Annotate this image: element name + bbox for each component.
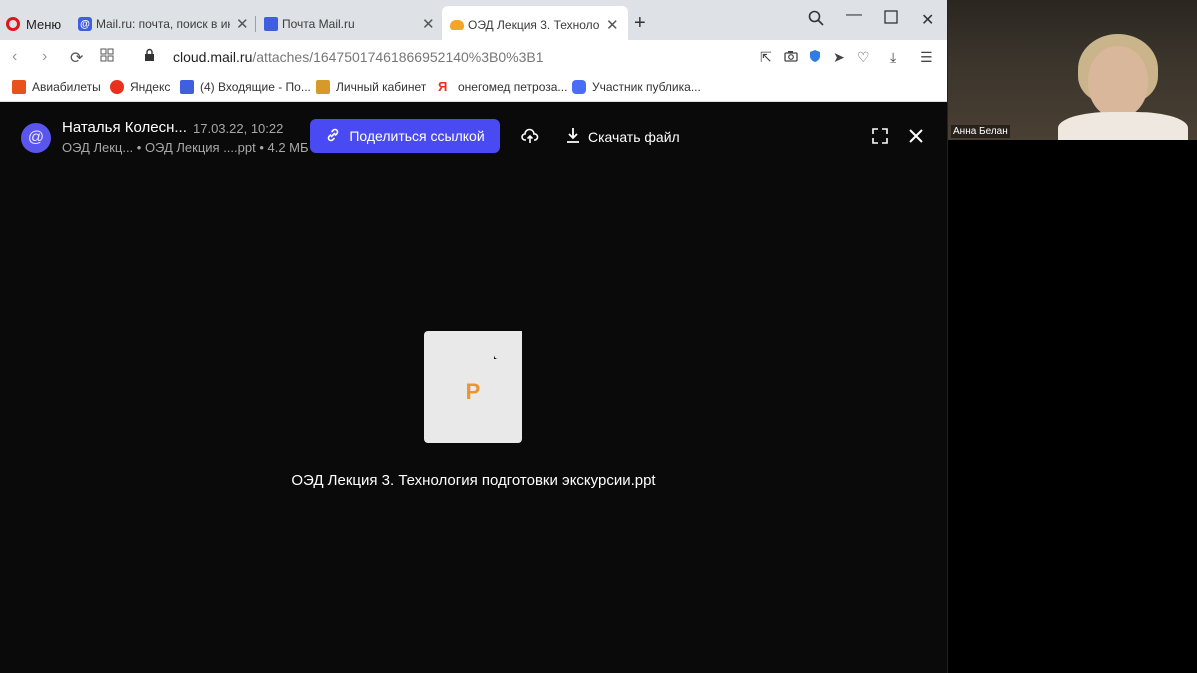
- camera-icon[interactable]: [784, 49, 798, 65]
- bookmark-label: онегомед петроза...: [458, 80, 568, 94]
- yandex-letter-icon: Я: [438, 79, 448, 94]
- file-viewer: @ Наталья Колесн... 17.03.22, 10:22 ОЭД …: [0, 103, 947, 673]
- download-icon: [566, 127, 580, 146]
- reload-icon[interactable]: ⟳: [70, 48, 83, 68]
- close-icon[interactable]: ✕: [606, 18, 619, 33]
- avatar: @: [21, 123, 51, 153]
- back-icon[interactable]: ‹: [12, 48, 17, 66]
- tab-cloud-active[interactable]: ОЭД Лекция 3. Технология ✕: [442, 6, 628, 44]
- downloads-icon[interactable]: ⤓: [890, 49, 896, 66]
- bookmark-item[interactable]: (4) Входящие - По...: [180, 80, 311, 94]
- tabs-grid-icon[interactable]: [100, 48, 114, 67]
- close-viewer-icon[interactable]: [908, 128, 924, 149]
- bookmarks-bar: Авиабилеты Яндекс (4) Входящие - По... Л…: [0, 74, 947, 102]
- cloud-upload-icon[interactable]: [521, 127, 539, 150]
- share-link-label: Поделиться ссылкой: [349, 128, 485, 144]
- zoom-icon: [572, 80, 586, 94]
- url-field[interactable]: cloud.mail.ru/attaches/16475017461866952…: [173, 49, 544, 65]
- opera-menu-button[interactable]: Меню: [6, 14, 61, 34]
- maximize-icon[interactable]: [884, 10, 898, 29]
- bookmark-item[interactable]: Участник публика...: [572, 80, 701, 94]
- bookmark-item[interactable]: Авиабилеты: [12, 80, 101, 94]
- file-type-letter: P: [465, 379, 481, 404]
- bookmark-label: Авиабилеты: [32, 80, 101, 94]
- download-label: Скачать файл: [588, 128, 680, 145]
- video-call-panel: Анна Белан: [947, 0, 1197, 673]
- minimize-icon[interactable]: —: [846, 6, 862, 24]
- participant-face: [1088, 46, 1148, 118]
- close-icon[interactable]: ✕: [422, 17, 435, 32]
- bookmark-label: (4) Входящие - По...: [200, 80, 311, 94]
- tab-mail-inbox[interactable]: Почта Mail.ru ✕: [256, 8, 443, 40]
- yandex-icon: [110, 80, 124, 94]
- download-file-button[interactable]: Скачать файл: [566, 127, 680, 146]
- mail-envelope-icon: [264, 17, 278, 31]
- new-tab-button[interactable]: +: [634, 12, 646, 35]
- sender-name: Наталья Колесн...: [62, 119, 187, 136]
- fullscreen-icon[interactable]: [872, 128, 888, 149]
- screen: Меню @ Mail.ru: почта, поиск в инт ✕ Поч…: [0, 0, 1197, 673]
- lock-icon: [144, 48, 155, 67]
- participant-video[interactable]: Анна Белан: [948, 0, 1197, 140]
- forward-icon[interactable]: ›: [42, 48, 47, 66]
- ppt-file-icon: P: [424, 331, 522, 443]
- bookmark-label: Личный кабинет: [336, 80, 427, 94]
- mailru-at-icon: @: [78, 17, 92, 31]
- url-domain: cloud.mail.ru: [173, 49, 253, 65]
- tab-title: Почта Mail.ru: [282, 17, 355, 31]
- window-close-icon[interactable]: ✕: [921, 10, 934, 30]
- file-fold: [494, 331, 522, 359]
- close-icon[interactable]: ✕: [236, 17, 249, 32]
- heart-icon[interactable]: ♡: [857, 49, 870, 66]
- mail-envelope-icon: [180, 80, 194, 94]
- tab-title: ОЭД Лекция 3. Технология: [468, 18, 600, 32]
- tab-bar: Меню @ Mail.ru: почта, поиск в инт ✕ Поч…: [0, 0, 947, 44]
- participant-name: Анна Белан: [951, 125, 1010, 138]
- url-path: /attaches/16475017461866952140%3B0%3B1: [252, 49, 544, 65]
- bookmark-item[interactable]: Яндекс: [110, 80, 170, 94]
- address-bar: ‹ › ⟳ cloud.mail.ru/attaches/16475017461…: [0, 40, 947, 74]
- plane-ticket-icon: [12, 80, 26, 94]
- cabinet-icon: [316, 80, 330, 94]
- browser-window: Меню @ Mail.ru: почта, поиск в инт ✕ Поч…: [0, 0, 947, 673]
- tab-title: Mail.ru: почта, поиск в инт: [96, 17, 230, 31]
- menu-label: Меню: [26, 16, 62, 32]
- send-icon[interactable]: ➤: [833, 49, 845, 66]
- bookmark-item[interactable]: Я онегомед петроза...: [438, 79, 568, 95]
- file-path: ОЭД Лекц... • ОЭД Лекция ....ppt • 4.2 М…: [62, 140, 309, 155]
- participant-body: [1058, 112, 1188, 140]
- vpn-shield-icon[interactable]: [808, 49, 822, 66]
- message-date: 17.03.22, 10:22: [193, 121, 284, 136]
- bookmark-label: Яндекс: [130, 80, 171, 94]
- tab-mailru[interactable]: @ Mail.ru: почта, поиск в инт ✕: [70, 8, 257, 40]
- opera-logo-icon: [6, 17, 20, 31]
- share-page-icon[interactable]: ⇱: [760, 49, 772, 66]
- cloud-icon: [450, 20, 464, 30]
- easy-setup-icon[interactable]: ☰: [920, 49, 933, 66]
- file-name: ОЭД Лекция 3. Технология подготовки экск…: [291, 472, 656, 489]
- bookmark-label: Участник публика...: [592, 80, 701, 94]
- bookmark-item[interactable]: Личный кабинет: [316, 80, 426, 94]
- link-icon: [325, 127, 341, 146]
- share-link-button[interactable]: Поделиться ссылкой: [310, 119, 500, 153]
- search-icon[interactable]: [808, 10, 824, 31]
